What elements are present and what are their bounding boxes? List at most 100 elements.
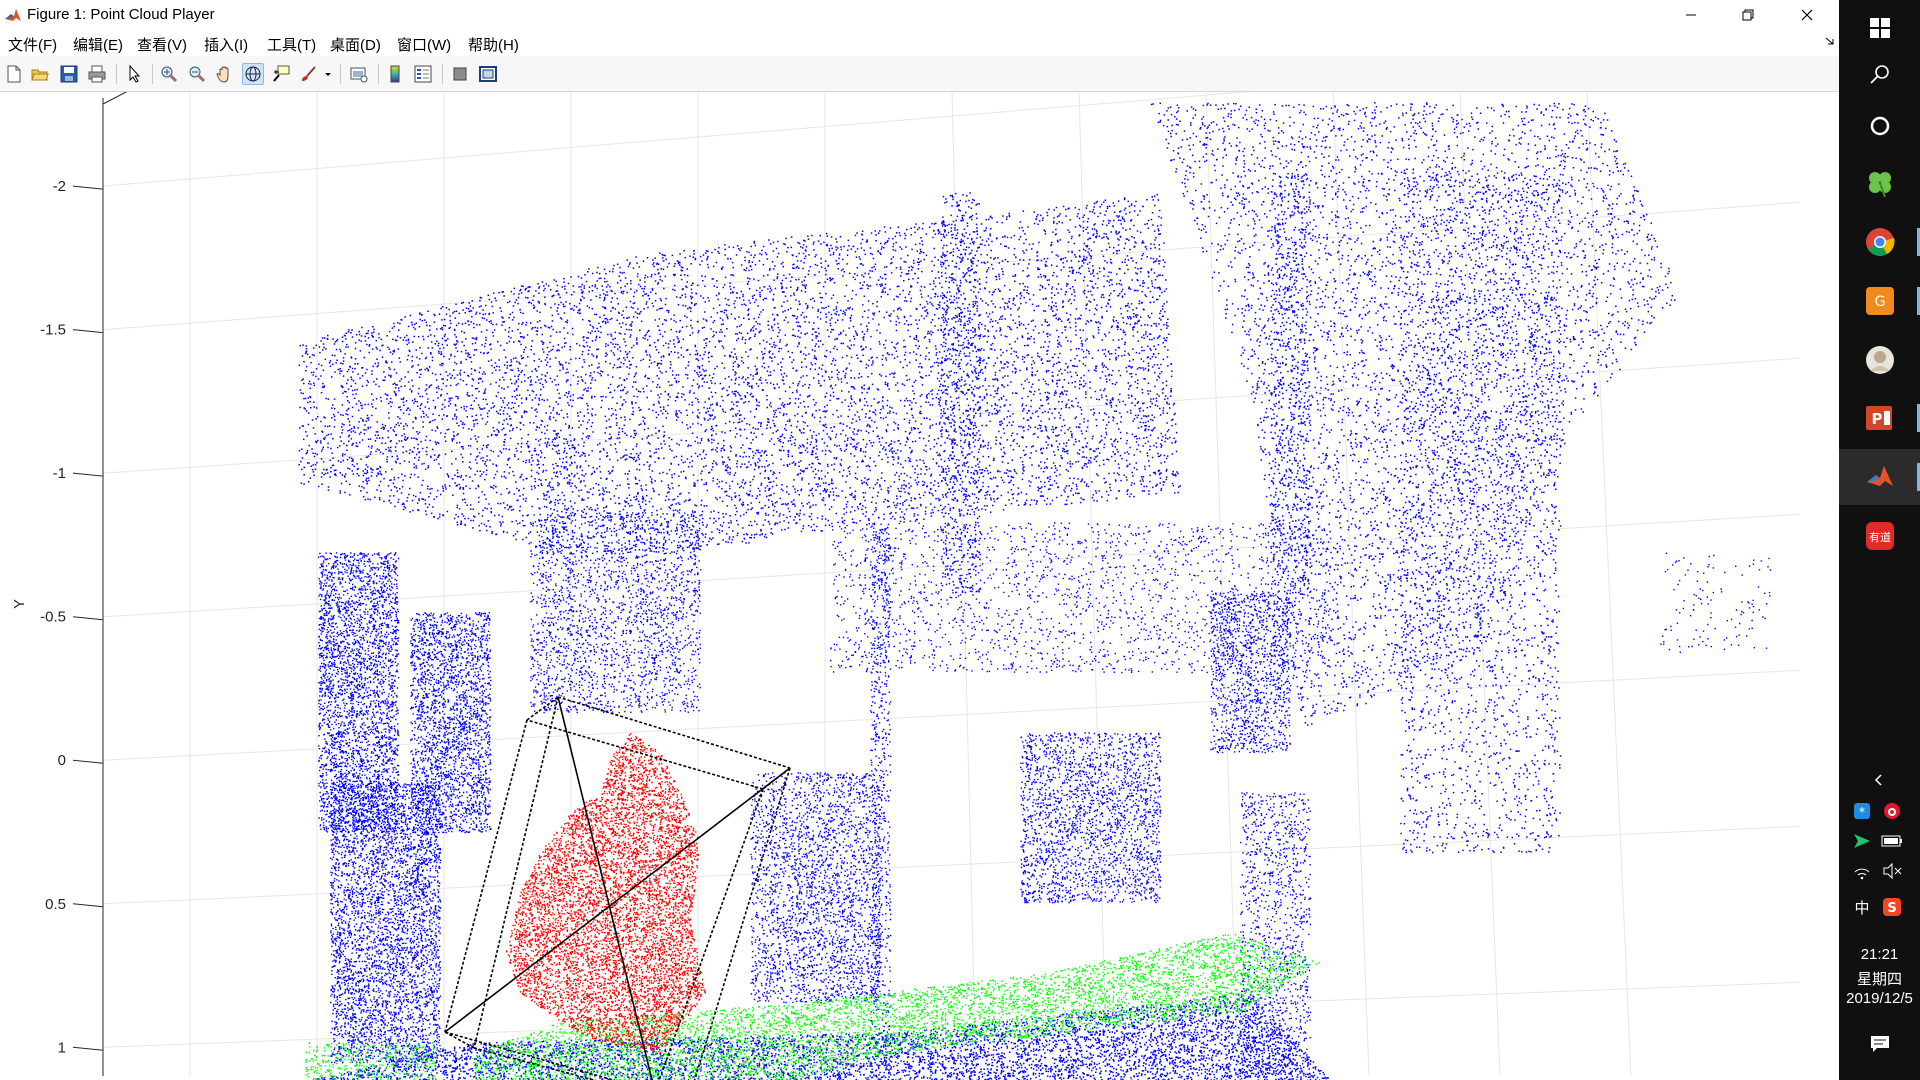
rotate-3d-button[interactable] [242,63,264,85]
matlab-app-icon [4,6,22,24]
tray-app-blue[interactable]: * [1849,798,1875,824]
save-button[interactable] [58,63,80,85]
point-cluster-monitor [1210,592,1292,754]
y-tick-label: -1.5 [40,322,66,339]
zoom-out-button[interactable] [186,63,208,85]
point-cluster-chair [1020,732,1162,904]
grid-line-vertical [1459,92,1501,1077]
svg-text:S: S [1887,901,1896,916]
brush-button[interactable] [298,63,320,85]
ime-indicator[interactable]: 中 [1849,894,1875,920]
battery-indicator[interactable] [1879,828,1905,854]
taskbar-app-matlab[interactable] [1839,449,1920,505]
tray-app-sogou[interactable]: S [1879,894,1905,920]
menu-tools[interactable]: 工具(T) [267,34,316,55]
pan-button[interactable] [214,63,236,85]
title-bar[interactable]: Figure 1: Point Cloud Player [0,0,1839,30]
tray-app-weibo[interactable] [1879,798,1905,824]
paper-plane-icon [1854,834,1870,848]
search-button[interactable] [1839,46,1920,102]
data-cursor-button[interactable] [270,63,292,85]
start-windows-icon [1869,18,1890,38]
minimize-button[interactable] [1668,0,1714,30]
y-axis-label: Y [11,599,28,609]
taskbar-app-avatar[interactable] [1839,332,1920,388]
insert-legend-button[interactable] [412,63,434,85]
y-tick-label: 1 [58,1039,66,1056]
grid-line-horizontal [102,513,1801,618]
axes-area[interactable]: -2 -1.5 -1 -0.5 0 0.5 1 Y [0,92,1839,1080]
y-tick-label: 0 [58,752,66,769]
grid-line-vertical [1586,92,1632,1077]
clock-time[interactable]: 21:21 [1839,946,1920,963]
point-cluster-far [1660,552,1772,653]
battery-icon [1881,835,1902,847]
menu-window[interactable]: 窗口(W) [397,34,451,55]
clock-weekday[interactable]: 星期四 [1839,968,1920,989]
toolbar-separator [340,64,341,84]
toolbar-separator [378,64,379,84]
insert-colorbar-button[interactable] [384,63,406,85]
menu-desktop[interactable]: 桌面(D) [330,34,381,55]
taskbar-app-clover[interactable] [1839,155,1920,211]
cortana-button[interactable] [1839,98,1920,154]
brush-icon [302,66,316,81]
link-plot-button[interactable] [348,63,370,85]
show-hidden-icons-button[interactable] [1866,767,1892,793]
open-file-button[interactable] [29,63,51,85]
brush-dropdown[interactable] [322,63,334,85]
print-button[interactable] [86,63,108,85]
taskbar-app-youdao[interactable]: 有道 [1839,508,1920,564]
point-cluster-desk [830,522,1332,674]
menu-help[interactable]: 帮助(H) [468,34,519,55]
y-tick-label: -0.5 [40,609,66,626]
volume-indicator[interactable] [1879,858,1905,884]
new-figure-button[interactable] [3,63,25,85]
menu-file[interactable]: 文件(F) [8,34,57,55]
taskbar-app-chrome[interactable] [1839,214,1920,270]
clock-date[interactable]: 2019/12/5 [1839,990,1920,1007]
show-plot-tools-icon [479,66,497,82]
point-cluster-cabinet-left [318,552,400,834]
wifi-indicator[interactable] [1849,858,1875,884]
minimize-icon [1686,14,1696,16]
tray-app-send[interactable] [1849,828,1875,854]
y-tick-label: -1 [53,465,66,482]
clover-app-icon [1868,172,1891,198]
show-plot-tools-button[interactable] [477,63,499,85]
hide-plot-tools-icon [453,67,467,81]
bounding-box-edge [557,696,791,769]
figure-toolbar [0,56,1839,92]
hide-plot-tools-button[interactable] [449,63,471,85]
menu-view[interactable]: 查看(V) [137,34,187,55]
data-cursor-icon [273,65,290,82]
open-file-icon [31,69,49,81]
edit-plot-arrow-icon [129,65,141,83]
toolbar-dock-arrow-icon[interactable] [1825,36,1835,46]
zoom-in-button[interactable] [158,63,180,85]
save-icon [60,65,78,83]
y-tick-label: -2 [53,178,66,195]
point-cluster-screen [530,512,702,714]
window-title: Figure 1: Point Cloud Player [27,6,215,23]
action-center-button[interactable] [1839,1016,1920,1072]
menu-edit[interactable]: 编辑(E) [73,34,123,55]
close-button[interactable] [1784,0,1830,30]
point-cloud-axes[interactable]: -2 -1.5 -1 -0.5 0 0.5 1 Y [0,92,1839,1080]
cortana-circle-icon [1870,116,1889,136]
point-cluster-box [330,782,442,1064]
print-icon [88,65,106,83]
figure-window: Figure 1: Point Cloud Player 文件(F) 编辑(E)… [0,0,1839,1080]
point-cluster-leg [1240,792,1312,1080]
matlab-icon [1866,466,1893,486]
insert-legend-icon [414,65,432,83]
taskbar-app-pdf[interactable]: G [1839,273,1920,329]
zoom-out-icon [189,66,206,83]
menu-insert[interactable]: 插入(I) [204,34,248,55]
taskbar-app-powerpoint[interactable]: P [1839,390,1920,446]
point-cluster-ceiling [298,193,1181,562]
point-cluster-pillar [1400,172,1562,854]
y-tick-mark [72,903,104,908]
restore-button[interactable] [1725,0,1771,30]
edit-plot-button[interactable] [124,63,146,85]
